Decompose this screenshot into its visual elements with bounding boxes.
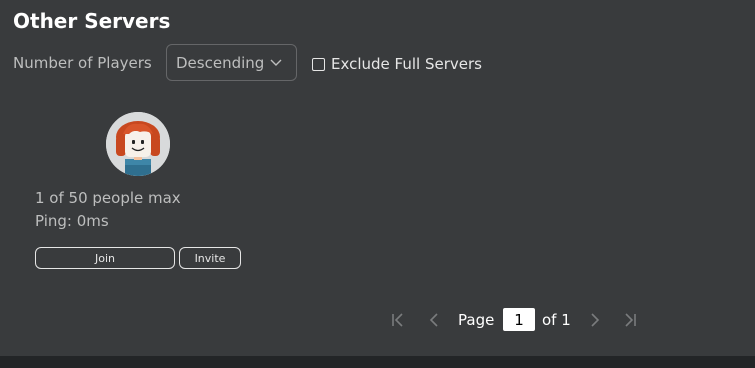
section-title: Other Servers: [13, 9, 171, 33]
previous-page-icon[interactable]: [425, 311, 443, 329]
server-player-count: 1 of 50 people max: [35, 189, 181, 207]
exclude-full-checkbox[interactable]: [312, 57, 325, 71]
first-page-icon[interactable]: [389, 311, 407, 329]
avatar-icon[interactable]: [106, 112, 170, 176]
next-page-icon[interactable]: [586, 311, 604, 329]
last-page-icon[interactable]: [621, 311, 639, 329]
exclude-full-servers-toggle[interactable]: Exclude Full Servers: [312, 55, 482, 73]
sort-dropdown-value: Descending: [176, 53, 265, 72]
exclude-full-label: Exclude Full Servers: [331, 55, 482, 73]
invite-button[interactable]: Invite: [179, 247, 241, 269]
join-button[interactable]: Join: [35, 247, 175, 269]
sort-dropdown[interactable]: Descending: [166, 44, 297, 81]
avatar-figure: [106, 112, 170, 176]
chevron-down-icon: [270, 59, 282, 66]
page-label: Page: [458, 311, 495, 329]
page-total: of 1: [542, 311, 571, 329]
server-ping: Ping: 0ms: [35, 212, 109, 230]
sort-label: Number of Players: [13, 54, 152, 72]
page-number-input[interactable]: 1: [503, 308, 535, 331]
panel-footer-strip: [0, 356, 755, 368]
